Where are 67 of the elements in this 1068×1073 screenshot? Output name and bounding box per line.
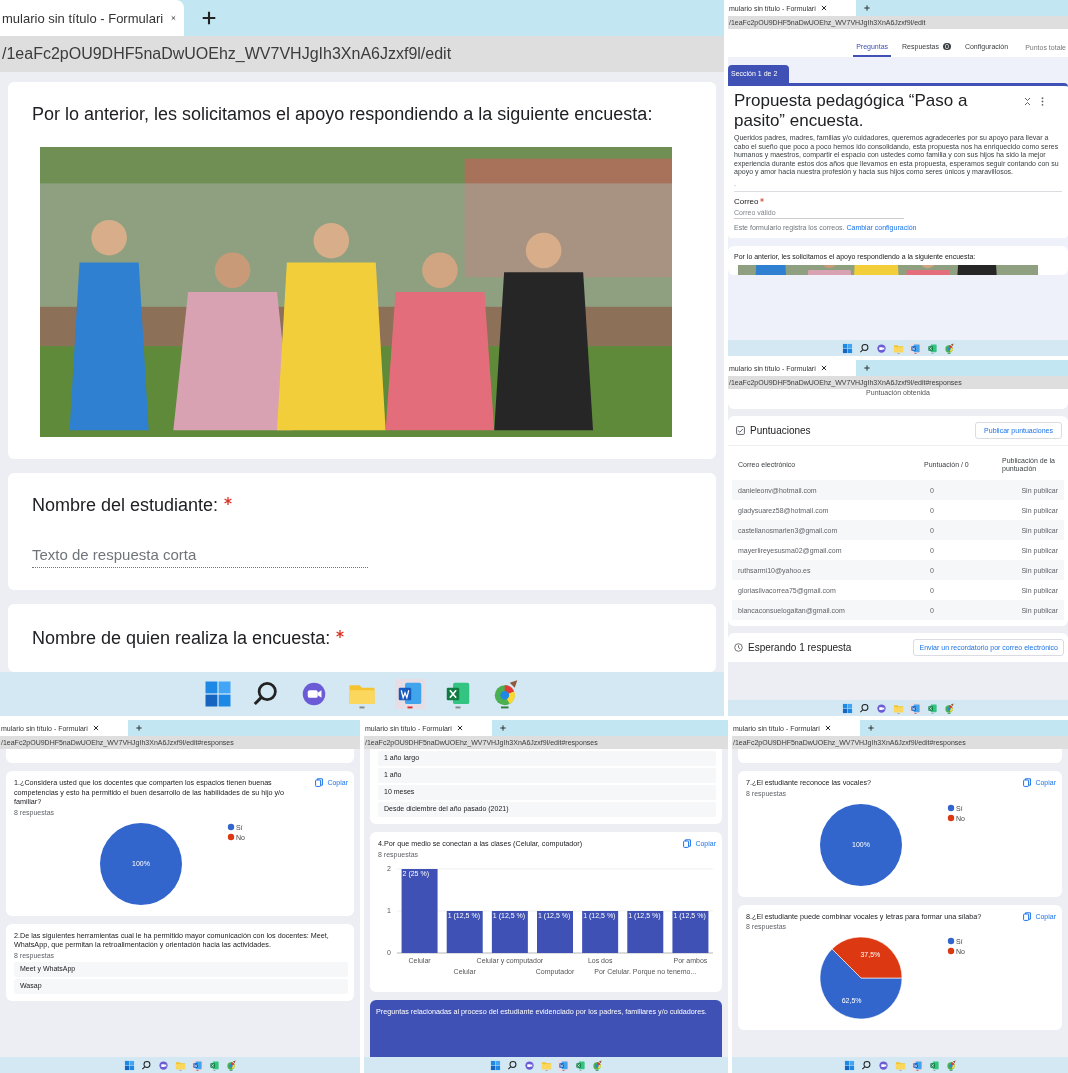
question-title: Nombre del estudiante: — [32, 495, 219, 516]
field-label: Correo — [734, 196, 759, 206]
close-icon[interactable] — [820, 5, 827, 11]
waiting-text: Esperando 1 respuesta — [748, 642, 853, 653]
more-icon[interactable] — [1041, 97, 1044, 106]
question-title: Nombre de quien realiza la encuesta: — [32, 628, 331, 649]
form-title: Propuesta pedagógica “Paso a pasito” encuesta. — [734, 91, 969, 131]
start-icon[interactable] — [123, 1059, 135, 1071]
spreadsheet-icon[interactable] — [926, 342, 938, 354]
copy-icon — [1023, 778, 1032, 787]
intro-text: Por lo anterior, les solicitamos el apoyo respondiendo a la siguiente encuesta: — [32, 104, 654, 125]
spreadsheet-icon[interactable] — [926, 702, 938, 714]
start-icon[interactable] — [843, 1059, 855, 1071]
start-icon[interactable] — [489, 1059, 501, 1071]
close-icon[interactable] — [92, 725, 99, 731]
start-icon[interactable] — [841, 702, 853, 714]
bar — [537, 910, 573, 953]
palette-icon[interactable] — [225, 1059, 237, 1071]
clock-icon — [734, 643, 743, 652]
collapse-icon[interactable] — [1024, 97, 1031, 106]
document-icon[interactable] — [911, 1059, 923, 1071]
start-icon[interactable] — [841, 342, 853, 354]
start-icon[interactable] — [203, 679, 233, 709]
copy-icon — [1023, 911, 1032, 921]
checklist-icon — [736, 426, 745, 435]
bar — [582, 910, 619, 953]
chat-icon[interactable] — [157, 1059, 169, 1071]
palette-icon[interactable] — [943, 702, 955, 714]
document-icon[interactable] — [909, 342, 921, 354]
bar — [627, 910, 664, 953]
plus-icon[interactable] — [864, 365, 870, 371]
plus-icon[interactable] — [500, 725, 506, 731]
search-icon[interactable] — [860, 1059, 872, 1071]
spreadsheet-icon[interactable] — [574, 1059, 586, 1071]
close-icon[interactable] — [820, 365, 827, 371]
chat-icon[interactable] — [523, 1059, 535, 1071]
bar — [446, 910, 483, 953]
address-bar[interactable]: /1eaFc2pOU9DHF5naDwUOEhz_WV7VHJgIh3XnA6Jzxf9l/edit — [0, 36, 724, 72]
bar — [491, 910, 528, 953]
copy-icon — [683, 839, 692, 848]
search-icon[interactable] — [858, 342, 870, 354]
plus-icon[interactable] — [136, 725, 142, 731]
bar — [672, 910, 709, 953]
chat-icon[interactable] — [877, 1059, 889, 1071]
palette-icon[interactable] — [943, 342, 955, 354]
plus-icon[interactable] — [202, 11, 216, 25]
search-icon[interactable] — [506, 1059, 518, 1071]
chat-icon[interactable] — [875, 702, 887, 714]
section-heading: Puntuaciones — [750, 425, 812, 436]
search-icon[interactable] — [140, 1059, 152, 1071]
close-icon[interactable] — [456, 725, 463, 731]
text-field[interactable]: Texto de respuesta corta — [32, 542, 368, 568]
plus-icon[interactable] — [864, 5, 870, 11]
browser-tab[interactable]: mulario sin título - Formulari — [0, 0, 184, 36]
close-icon[interactable] — [824, 725, 831, 731]
palette-icon[interactable] — [945, 1059, 957, 1071]
chat-icon[interactable] — [875, 342, 887, 354]
document-icon[interactable] — [909, 702, 921, 714]
plus-icon[interactable] — [868, 725, 874, 731]
copy-icon — [315, 778, 324, 787]
spreadsheet-icon[interactable] — [208, 1059, 220, 1071]
palette-icon[interactable] — [591, 1059, 603, 1071]
document-icon[interactable] — [557, 1059, 569, 1071]
search-icon[interactable] — [858, 702, 870, 714]
spreadsheet-icon[interactable] — [928, 1059, 940, 1071]
document-icon[interactable] — [191, 1059, 203, 1071]
document-icon[interactable] — [395, 679, 425, 709]
